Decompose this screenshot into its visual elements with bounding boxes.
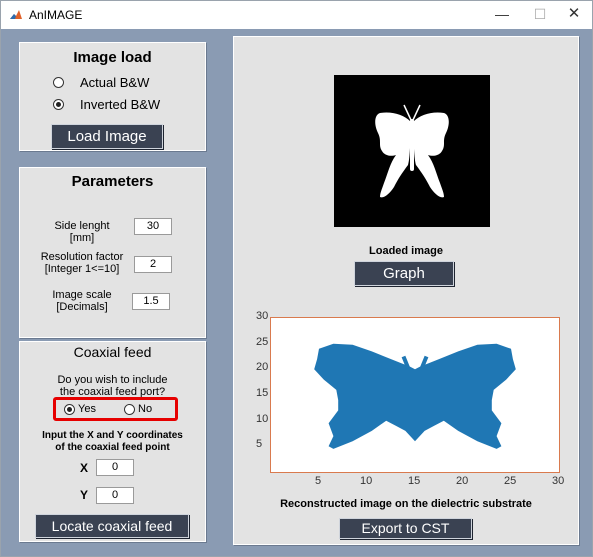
radio-actual-bw-label: Actual B&W [80,75,150,90]
radio-inverted-bw-indicator[interactable] [53,99,64,110]
results-panel: Loaded image Graph 5 10 15 20 25 30 5 10 15 20 25… [233,36,579,545]
export-to-cst-button[interactable]: Export to CST [339,518,472,539]
reconstruction-plot [314,343,516,449]
loaded-image-preview [334,75,490,227]
x-tick-label: 5 [315,475,322,487]
plot-caption: Reconstructed image on the dielectric su… [280,498,532,510]
app-window: AnIMAGE — ☐ ✕ Image load Actual B&W Inve… [0,0,593,557]
loaded-image-caption: Loaded image [369,245,443,257]
butterfly-scatter-shape [314,343,516,449]
x-tick-label: 25 [504,475,517,487]
locate-coaxial-feed-button[interactable]: Locate coaxial feed [35,514,189,538]
side-length-label: Side lenght [mm] [54,220,110,244]
resolution-factor-label: Resolution factor [Integer 1<=10] [40,251,124,275]
y-tick-label: 10 [256,412,269,425]
x-coordinate-input[interactable]: 0 [96,459,134,476]
coaxial-feed-panel: Coaxial feed Do you wish to include the … [19,341,206,542]
y-tick-label: 15 [256,387,269,399]
y-tick-label: 5 [256,438,263,451]
matlab-app-icon [9,8,23,22]
y-label: Y [80,488,89,502]
parameters-panel: Parameters Side lenght [mm] 30 Resolutio… [19,167,206,338]
maximize-button[interactable]: ☐ [525,1,555,29]
image-load-title: Image load [73,49,152,66]
radio-yes[interactable]: Yes [64,403,96,415]
radio-actual-bw[interactable]: Actual B&W [53,75,149,90]
close-button[interactable]: ✕ [559,1,589,29]
graph-button[interactable]: Graph [354,261,454,286]
title-bar: AnIMAGE — ☐ ✕ [1,1,592,29]
radio-yes-label: Yes [78,403,96,415]
coaxial-question: Do you wish to include the coaxial feed … [57,374,168,398]
radio-actual-bw-indicator[interactable] [53,77,64,88]
parameters-title: Parameters [71,173,154,190]
coordinates-instructions: Input the X and Y coordinates of the coa… [42,430,183,453]
radio-yes-indicator[interactable] [64,403,75,415]
window-title: AnIMAGE [29,8,83,22]
image-load-panel: Image load Actual B&W Inverted B&W Load … [19,42,206,151]
minimize-button[interactable]: — [487,1,517,29]
y-coordinate-input[interactable]: 0 [96,487,134,504]
y-tick-label: 30 [256,310,269,322]
radio-inverted-bw[interactable]: Inverted B&W [53,97,160,112]
x-label: X [80,461,89,475]
app-body: Image load Actual B&W Inverted B&W Load … [1,29,592,556]
butterfly-silhouette [375,104,449,198]
coaxial-feed-title: Coaxial feed [73,344,152,360]
y-tick-label: 25 [256,335,269,348]
x-tick-label: 10 [360,475,373,487]
radio-no[interactable]: No [124,403,152,415]
image-scale-input[interactable]: 1.5 [132,293,170,310]
x-tick-label: 30 [552,475,565,487]
x-tick-label: 20 [456,475,469,487]
radio-no-label: No [138,403,153,415]
y-tick-label: 20 [256,361,269,374]
resolution-factor-input[interactable]: 2 [134,256,172,273]
image-scale-label: Image scale [Decimals] [52,289,112,313]
reconstruction-plot-area [270,317,560,473]
radio-inverted-bw-label: Inverted B&W [80,97,161,112]
side-length-input[interactable]: 30 [134,218,172,235]
load-image-button[interactable]: Load Image [51,124,163,149]
radio-no-indicator[interactable] [124,403,135,415]
x-tick-label: 15 [408,475,421,487]
